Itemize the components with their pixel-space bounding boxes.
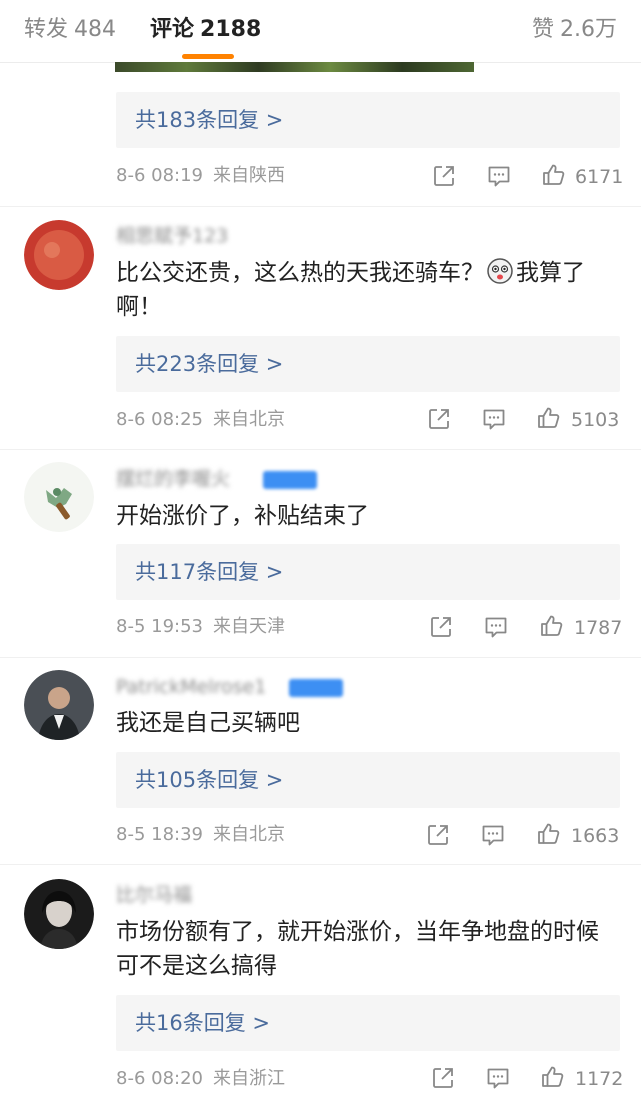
comment-time: 8-6 08:19 <box>116 165 203 186</box>
comment-meta: 8-6 08:19 来自陕西 <box>116 164 285 188</box>
comment-icon[interactable] <box>485 1065 511 1091</box>
active-tab-indicator <box>182 54 234 59</box>
username[interactable]: PatrickMelrose1 <box>116 675 266 699</box>
tab-repost-count: 484 <box>74 17 117 42</box>
reply-thread-link[interactable]: 共183条回复 > <box>116 92 620 148</box>
tab-repost[interactable]: 转发 484 <box>24 16 116 44</box>
comment-time: 8-5 18:39 <box>116 824 203 845</box>
comment-tabs-bar: 转发 484 评论 2188 赞 2.6万 <box>0 0 641 63</box>
like-icon[interactable] <box>536 821 562 847</box>
username[interactable]: 摆烂的李喔火 <box>116 467 230 491</box>
like-count: 1787 <box>574 617 623 639</box>
comment-icon[interactable] <box>480 822 506 848</box>
comment-meta: 8-5 19:53 来自天津 <box>116 615 285 639</box>
comment-time: 8-6 08:25 <box>116 409 203 430</box>
comment-meta: 8-6 08:25 来自北京 <box>116 408 285 432</box>
avatar[interactable] <box>24 462 94 532</box>
tab-comments-label: 评论 <box>150 17 195 42</box>
username[interactable]: 相思赋予123 <box>116 224 228 248</box>
face-emoji-icon <box>486 257 514 285</box>
avatar[interactable] <box>24 879 94 949</box>
divider <box>0 864 641 865</box>
tab-likes[interactable]: 赞 2.6万 <box>532 16 617 44</box>
comment-text: 我还是自己买辆吧 <box>116 710 300 736</box>
comment-source: 来自浙江 <box>213 1068 285 1089</box>
reply-thread-link[interactable]: 共16条回复 > <box>116 995 620 1051</box>
divider <box>0 206 641 207</box>
member-badge <box>263 471 317 489</box>
comment-image-cropped[interactable] <box>115 62 474 72</box>
like-count: 1663 <box>571 825 620 847</box>
like-count: 5103 <box>571 409 620 431</box>
like-icon[interactable] <box>540 1064 566 1090</box>
comment-text: 市场份额有了，就开始涨价，当年争地盘的时候可不是这么搞得 <box>116 919 599 979</box>
share-icon[interactable] <box>425 822 451 848</box>
comment-icon[interactable] <box>483 614 509 640</box>
tab-comments[interactable]: 评论 2188 <box>150 16 261 44</box>
reply-count-text: 共16条回复 > <box>135 1011 270 1035</box>
divider <box>0 657 641 658</box>
comment-meta: 8-6 08:20 来自浙江 <box>116 1067 285 1091</box>
avatar[interactable] <box>24 220 94 290</box>
tab-repost-label: 转发 <box>24 17 69 42</box>
comment-source: 来自天津 <box>213 616 285 637</box>
reply-thread-link[interactable]: 共117条回复 > <box>116 544 620 600</box>
comment-meta: 8-5 18:39 来自北京 <box>116 823 285 847</box>
reply-count-text: 共223条回复 > <box>135 352 284 376</box>
reply-count-text: 共105条回复 > <box>135 768 284 792</box>
comment-text-part: 比公交还贵，这么热的天我还骑车？ <box>116 260 484 286</box>
reply-thread-link[interactable]: 共223条回复 > <box>116 336 620 392</box>
like-icon[interactable] <box>536 405 562 431</box>
like-count: 1172 <box>575 1068 624 1090</box>
avatar[interactable] <box>24 670 94 740</box>
reply-count-text: 共183条回复 > <box>135 108 284 132</box>
comment-text: 开始涨价了，补贴结束了 <box>116 503 369 529</box>
share-icon[interactable] <box>426 406 452 432</box>
like-icon[interactable] <box>539 613 565 639</box>
comment-time: 8-5 19:53 <box>116 616 203 637</box>
comment-source: 来自北京 <box>213 409 285 430</box>
divider <box>0 449 641 450</box>
tab-likes-label: 赞 <box>531 17 554 42</box>
reply-thread-link[interactable]: 共105条回复 > <box>116 752 620 808</box>
comment-time: 8-6 08:20 <box>116 1068 203 1089</box>
tab-comments-count: 2188 <box>200 17 262 42</box>
reply-count-text: 共117条回复 > <box>135 560 284 584</box>
like-icon[interactable] <box>541 162 567 188</box>
share-icon[interactable] <box>428 614 454 640</box>
tab-likes-count: 2.6万 <box>560 17 617 42</box>
username[interactable]: 比尔马福 <box>116 883 192 907</box>
comment-icon[interactable] <box>481 406 507 432</box>
comment-icon[interactable] <box>486 163 512 189</box>
like-count: 6171 <box>575 166 624 188</box>
comment-text: 比公交还贵，这么热的天我还骑车？ 我算了啊！ <box>116 256 616 324</box>
share-icon[interactable] <box>430 1065 456 1091</box>
share-icon[interactable] <box>431 163 457 189</box>
comment-source: 来自北京 <box>213 824 285 845</box>
member-badge <box>289 679 343 697</box>
comment-source: 来自陕西 <box>213 165 285 186</box>
